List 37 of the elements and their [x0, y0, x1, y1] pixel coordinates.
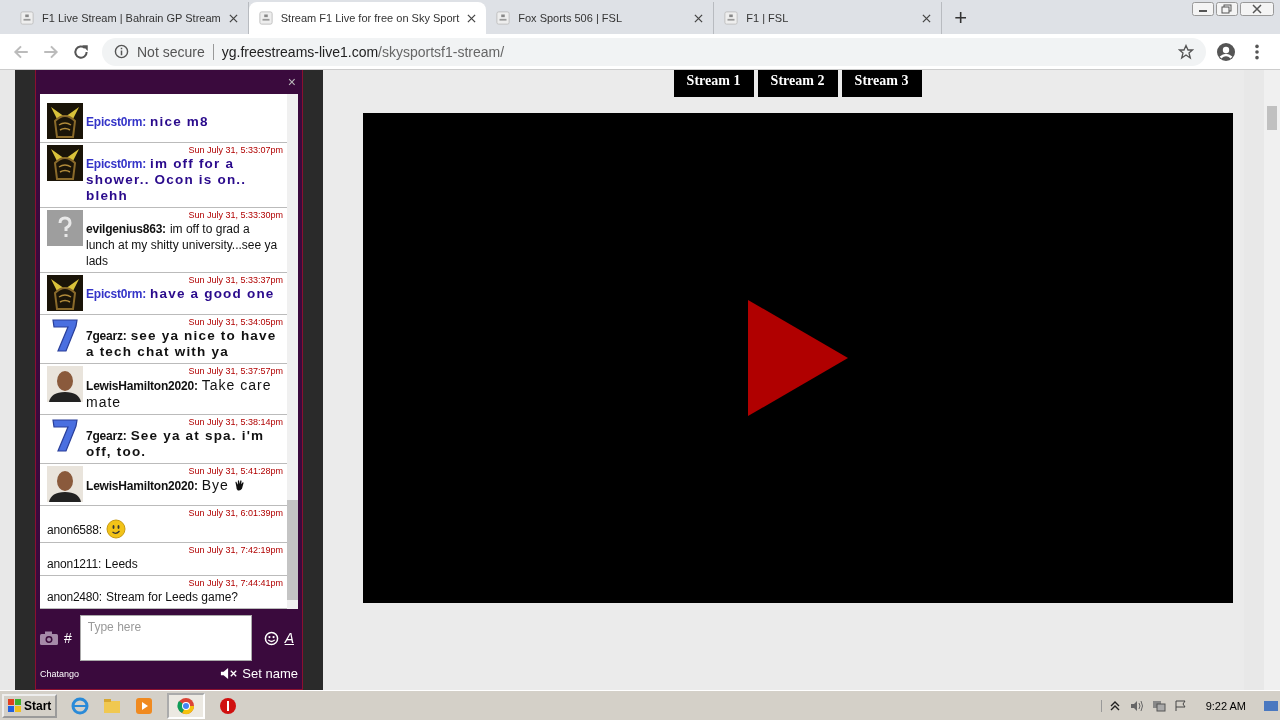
- message-time: Sun July 31, 5:33:37pm: [187, 275, 284, 286]
- message-time: Sun July 31, 5:34:05pm: [187, 317, 284, 328]
- chat-message: anon1211: Leeds: [47, 556, 139, 572]
- chat-message: LewisHamilton2020: Take care mate: [86, 377, 273, 411]
- close-button[interactable]: ×: [281, 74, 302, 90]
- message-input[interactable]: Type here: [79, 615, 252, 661]
- chat-message: anon2480: Stream for Leeds game?: [47, 589, 239, 605]
- browser-tab[interactable]: Stream F1 Live for free on Sky Sport: [248, 2, 487, 34]
- stream-button[interactable]: Stream 2: [757, 70, 838, 97]
- message-time: Sun July 31, 7:42:19pm: [187, 545, 284, 556]
- new-tab-button[interactable]: +: [942, 2, 980, 34]
- message-time: Sun July 31, 5:38:14pm: [187, 417, 284, 428]
- set-name-button[interactable]: Set name: [242, 666, 298, 681]
- chat-message: 7gearz: See ya at spa. i'm off, too.: [86, 428, 266, 460]
- hashtag-button[interactable]: #: [64, 630, 72, 646]
- stream-button[interactable]: Stream 3: [841, 70, 922, 97]
- message-time: Sun July 31, 5:33:30pm: [187, 210, 284, 221]
- url-text: yg.freestreams-live1.com/skysportsf1-stream/: [221, 43, 506, 60]
- chat-message: Epicst0rm: im off for a shower.. Ocon is on.. blehh: [86, 156, 248, 204]
- brand-label: Chatango: [40, 668, 81, 679]
- message-time: Sun July 31, 5:33:07pm: [187, 145, 284, 156]
- address-bar[interactable]: Not secure yg.freestreams-live1.com/skysportsf1-stream/: [102, 37, 1206, 66]
- chat-message: LewisHamilton2020: Bye: [86, 477, 284, 494]
- message-time: Sun July 31, 5:41:28pm: [187, 466, 284, 477]
- clock: 9:22 AM: [1205, 699, 1246, 712]
- font-button[interactable]: A: [284, 630, 294, 646]
- chat-message: 7gearz: see ya nice to have a tech chat with ya: [86, 328, 278, 360]
- chat-message: Epicst0rm: have a good one: [86, 286, 276, 302]
- chat-message: anon6588:: [47, 519, 284, 539]
- chat-message: Epicst0rm: nice m8: [86, 114, 210, 130]
- message-time: Sun July 31, 6:01:39pm: [187, 508, 284, 519]
- chat-message: evilgenius863: im off to grad a lunch at my shitty university...see ya lads: [86, 221, 279, 269]
- security-label: Not secure: [137, 43, 205, 60]
- message-time: Sun July 31, 5:37:57pm: [187, 366, 284, 377]
- message-time: Sun July 31, 7:44:41pm: [187, 578, 284, 589]
- start-button[interactable]: Start: [2, 693, 58, 718]
- stream-button[interactable]: Stream 1: [673, 70, 754, 97]
